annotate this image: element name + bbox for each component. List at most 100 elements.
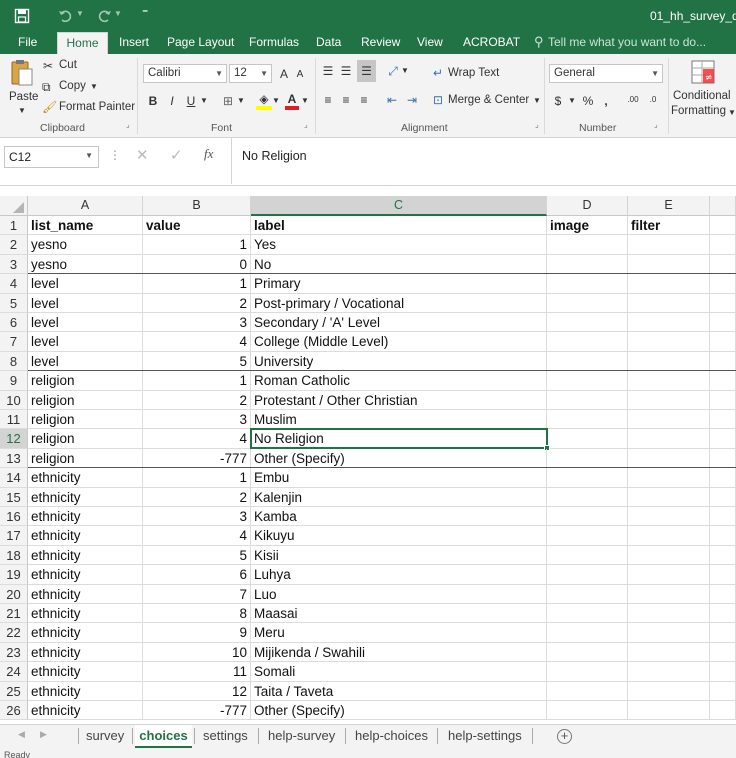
column-header-b[interactable]: B	[143, 196, 251, 216]
tell-me-input[interactable]: Tell me what you want to do...	[548, 32, 706, 54]
row-header[interactable]: 16	[0, 507, 28, 526]
cell-c[interactable]: Luhya	[251, 565, 547, 585]
align-middle-icon[interactable]: ☰	[339, 62, 353, 80]
cell-b[interactable]: 3	[143, 410, 251, 429]
cell-f[interactable]	[710, 410, 736, 429]
cell-e[interactable]	[628, 468, 710, 488]
cell-e[interactable]	[628, 623, 710, 643]
cell-a[interactable]: yesno	[28, 235, 143, 255]
currency-dropdown-icon[interactable]: ▼	[568, 92, 576, 110]
cell-d[interactable]	[547, 604, 628, 623]
cell-b[interactable]: 6	[143, 565, 251, 585]
column-header-f[interactable]	[710, 196, 736, 216]
cell-d[interactable]	[547, 429, 628, 449]
cell-b[interactable]: 8	[143, 604, 251, 623]
cell-d[interactable]	[547, 526, 628, 546]
cell-f[interactable]	[710, 643, 736, 662]
bold-button[interactable]: B	[146, 92, 160, 110]
cell-a[interactable]: religion	[28, 449, 143, 468]
cell-f[interactable]	[710, 313, 736, 332]
cell-c[interactable]: Other (Specify)	[251, 701, 547, 720]
cell-e[interactable]	[628, 488, 710, 507]
row-header[interactable]: 26	[0, 701, 28, 720]
cell-b[interactable]: 4	[143, 526, 251, 546]
font-name-select[interactable]: Calibri ▼	[143, 64, 227, 83]
currency-button[interactable]: $	[552, 92, 564, 110]
cell-a[interactable]: ethnicity	[28, 604, 143, 623]
cell-b[interactable]: value	[143, 216, 251, 235]
cell-e[interactable]	[628, 371, 710, 391]
cell-c[interactable]: Kikuyu	[251, 526, 547, 546]
row-header[interactable]: 9	[0, 371, 28, 391]
cell-e[interactable]	[628, 662, 710, 682]
cell-a[interactable]: level	[28, 352, 143, 371]
cell-c[interactable]: label	[251, 216, 547, 235]
cell-d[interactable]	[547, 623, 628, 643]
cell-c[interactable]: Kamba	[251, 507, 547, 526]
cell-a[interactable]: ethnicity	[28, 546, 143, 565]
cell-c[interactable]: Maasai	[251, 604, 547, 623]
cell-f[interactable]	[710, 507, 736, 526]
tab-file[interactable]: File	[18, 32, 37, 54]
cell-f[interactable]	[710, 391, 736, 410]
column-header-a[interactable]: A	[28, 196, 143, 216]
cell-e[interactable]	[628, 701, 710, 720]
cell-c[interactable]: Embu	[251, 468, 547, 488]
cell-f[interactable]	[710, 604, 736, 623]
cell-e[interactable]	[628, 429, 710, 449]
align-right-icon[interactable]: ≡	[357, 91, 371, 109]
cell-f[interactable]	[710, 623, 736, 643]
cell-f[interactable]	[710, 216, 736, 235]
cell-e[interactable]	[628, 565, 710, 585]
cell-d[interactable]	[547, 274, 628, 294]
customize-icon[interactable]: ⁼	[142, 6, 148, 20]
cell-a[interactable]: ethnicity	[28, 488, 143, 507]
tab-home[interactable]: Home	[57, 32, 108, 54]
paste-dropdown-icon[interactable]: ▼	[18, 106, 26, 115]
align-left-icon[interactable]: ≡	[321, 91, 335, 109]
cell-b[interactable]: 1	[143, 468, 251, 488]
cell-c[interactable]: No	[251, 255, 547, 274]
copy-dropdown-icon[interactable]: ▼	[90, 82, 98, 91]
fill-color-icon[interactable]: ◈	[256, 90, 272, 110]
cell-f[interactable]	[710, 468, 736, 488]
cell-e[interactable]	[628, 332, 710, 352]
format-painter-button[interactable]: Format Painter	[59, 101, 135, 113]
cell-e[interactable]	[628, 546, 710, 565]
cell-d[interactable]	[547, 585, 628, 604]
cell-c[interactable]: Protestant / Other Christian	[251, 391, 547, 410]
cell-a[interactable]: ethnicity	[28, 682, 143, 701]
tab-review[interactable]: Review	[361, 32, 400, 54]
enter-icon[interactable]: ✓	[170, 146, 183, 164]
conditional-label[interactable]: Conditional	[673, 90, 731, 102]
cell-a[interactable]: ethnicity	[28, 565, 143, 585]
redo-icon[interactable]	[96, 8, 112, 24]
row-header[interactable]: 19	[0, 565, 28, 585]
cell-e[interactable]	[628, 410, 710, 429]
cell-f[interactable]	[710, 565, 736, 585]
cell-b[interactable]: 4	[143, 332, 251, 352]
redo-dropdown-icon[interactable]: ▼	[114, 9, 122, 18]
tab-page-layout[interactable]: Page Layout	[167, 32, 234, 54]
cell-a[interactable]: level	[28, 332, 143, 352]
underline-dropdown-icon[interactable]: ▼	[200, 92, 208, 110]
cell-b[interactable]: 2	[143, 294, 251, 313]
cell-e[interactable]	[628, 682, 710, 701]
cell-d[interactable]	[547, 235, 628, 255]
cell-f[interactable]	[710, 526, 736, 546]
row-header[interactable]: 20	[0, 585, 28, 604]
row-header[interactable]: 6	[0, 313, 28, 332]
cell-b[interactable]: -777	[143, 701, 251, 720]
cell-b[interactable]: 0	[143, 255, 251, 274]
cell-e[interactable]	[628, 255, 710, 274]
borders-dropdown-icon[interactable]: ▼	[237, 92, 245, 110]
increase-decimal-button[interactable]: .00	[625, 92, 641, 110]
cell-e[interactable]	[628, 313, 710, 332]
undo-icon[interactable]	[58, 8, 74, 24]
cell-e[interactable]	[628, 294, 710, 313]
cell-c[interactable]: Meru	[251, 623, 547, 643]
conditional-formatting-icon[interactable]: ≠	[690, 59, 716, 85]
cell-f[interactable]	[710, 488, 736, 507]
cell-f[interactable]	[710, 255, 736, 274]
cell-a[interactable]: ethnicity	[28, 526, 143, 546]
